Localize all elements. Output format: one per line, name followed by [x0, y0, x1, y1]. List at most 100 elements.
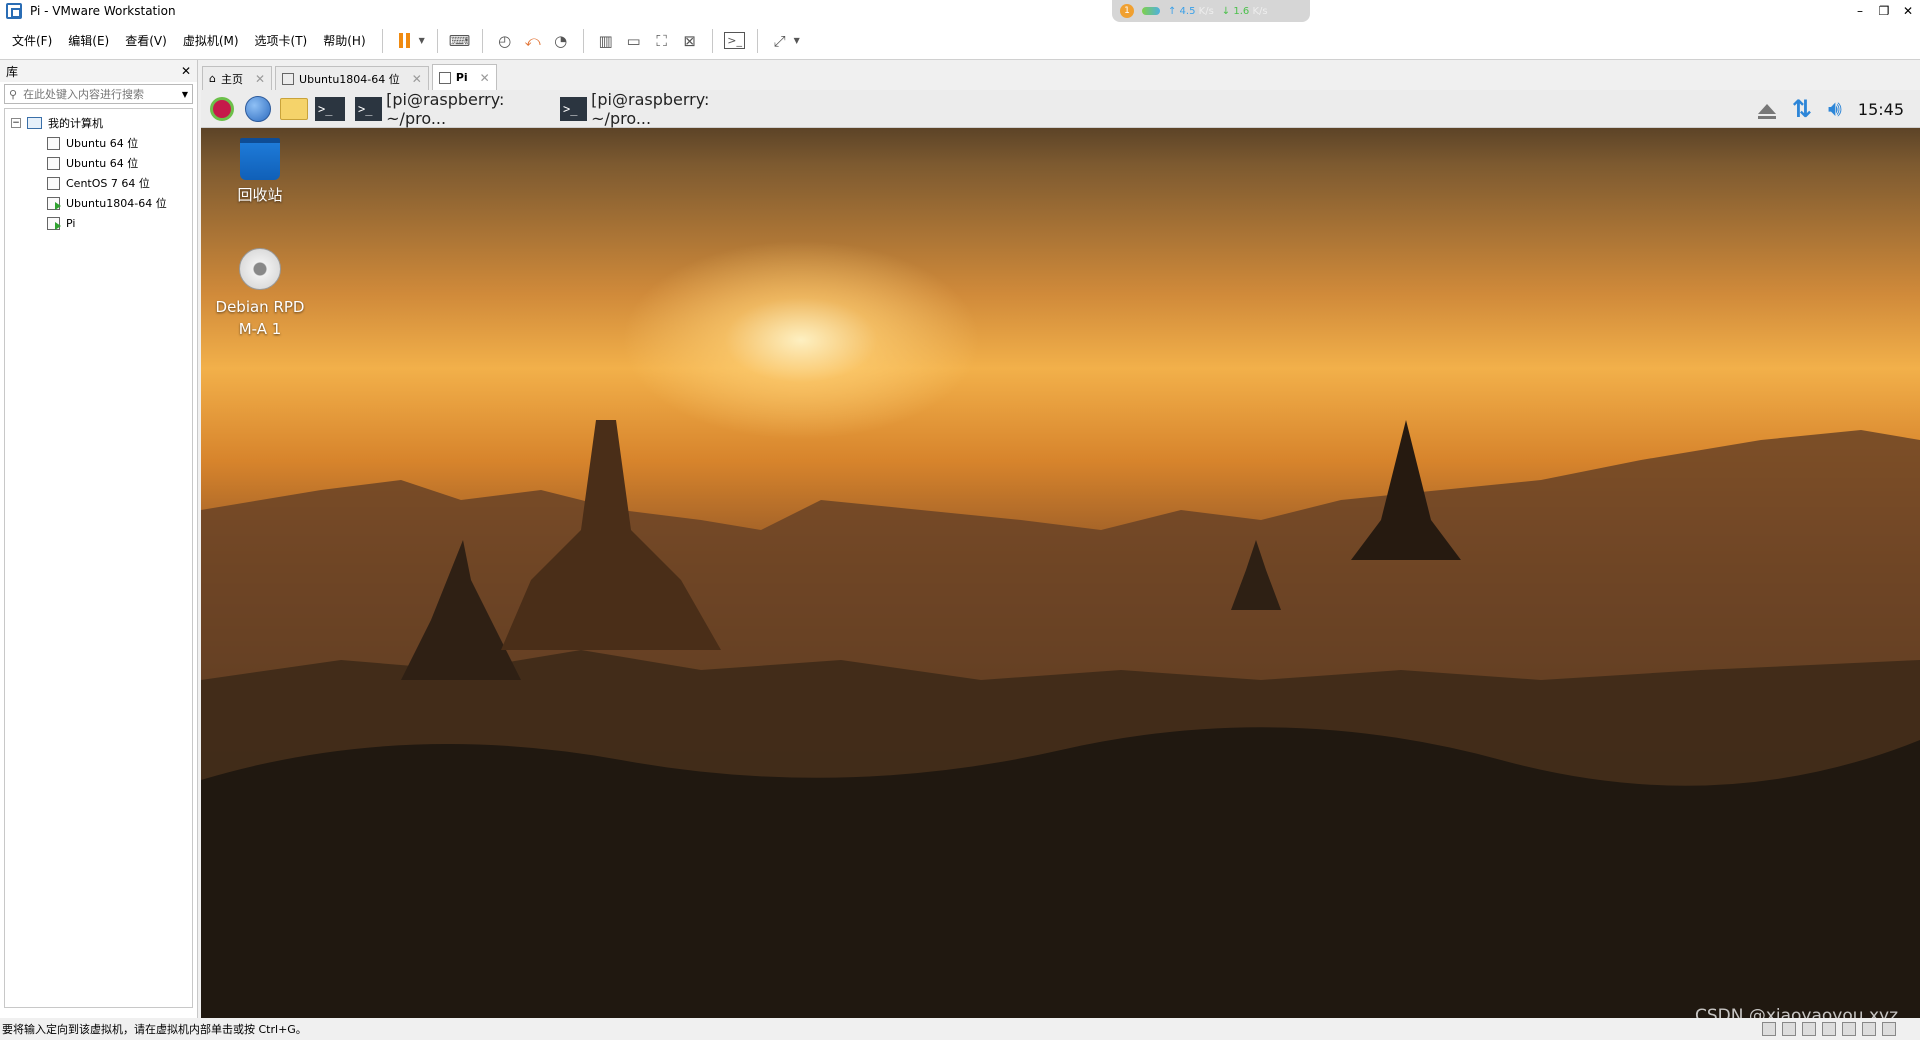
hdd-icon[interactable] [1762, 1022, 1776, 1036]
close-tab-icon[interactable]: ✕ [480, 71, 490, 85]
task-label: [pi@raspberry: ~/pro... [386, 90, 505, 128]
close-button[interactable]: ✕ [1896, 0, 1920, 22]
terminal-icon: >_ [560, 96, 588, 121]
window-title: Pi - VMware Workstation [30, 4, 176, 18]
tab-pi[interactable]: Pi ✕ [431, 64, 497, 90]
console-icon: >_ [724, 32, 745, 49]
search-icon: ⚲ [9, 87, 18, 101]
trash-icon [240, 138, 280, 180]
browser-launcher[interactable] [243, 94, 273, 124]
tree-item-label: Ubuntu1804-64 位 [66, 197, 167, 210]
snapshot-manager-icon: ◔ [554, 31, 568, 50]
thumbnail-layout-icon: ▭ [626, 31, 641, 50]
restore-button[interactable]: ❐ [1872, 0, 1896, 22]
close-tab-icon[interactable]: ✕ [412, 72, 422, 86]
computer-icon [27, 117, 42, 129]
network-icon[interactable]: ⇅ [1792, 95, 1812, 123]
system-tray: ⇅ 🔊︎ 15:45 [1757, 90, 1904, 128]
download-speed: ↓ 1.6 K/s [1221, 5, 1268, 17]
home-icon: ⌂ [209, 72, 216, 85]
tree-item-vm[interactable]: Ubuntu 64 位 [5, 153, 192, 173]
menu-toolbar: 文件(F) 编辑(E) 查看(V) 虚拟机(M) 选项卡(T) 帮助(H) ▼ … [0, 22, 1920, 60]
library-search-input[interactable] [17, 87, 182, 101]
collapse-icon[interactable]: − [11, 118, 21, 128]
clock[interactable]: 15:45 [1858, 100, 1904, 119]
toolbar-separator [711, 28, 713, 53]
pause-dropdown-icon[interactable]: ▼ [419, 36, 429, 45]
tree-item-vm[interactable]: Ubuntu1804-64 位 [5, 193, 192, 213]
show-thumbnail-button[interactable]: ▭ [620, 27, 648, 55]
tree-item-label: Ubuntu 64 位 [66, 157, 139, 170]
tab-ubuntu1804[interactable]: Ubuntu1804-64 位 ✕ [275, 66, 429, 90]
vm-icon [282, 72, 295, 85]
snapshot-button[interactable]: ◴ [491, 27, 519, 55]
send-ctrl-alt-del-button[interactable]: ⌨ [446, 27, 474, 55]
cdrom-icon[interactable] [1782, 1022, 1796, 1036]
sound-icon[interactable] [1842, 1022, 1856, 1036]
display-icon[interactable] [1862, 1022, 1876, 1036]
tree-item-label: Pi [66, 216, 76, 230]
unity-icon: ⊠ [683, 31, 696, 50]
menu-view[interactable]: 查看(V) [117, 32, 175, 49]
disc-icon [239, 248, 281, 290]
tab-label: Ubuntu1804-64 位 [299, 72, 400, 86]
status-bar: 要将输入定向到该虚拟机，请在虚拟机内部单击或按 Ctrl+G。 [0, 1018, 1920, 1040]
raspberry-icon [210, 96, 234, 121]
show-library-button[interactable]: ▥ [592, 27, 620, 55]
stretch-dropdown-icon[interactable]: ▼ [794, 36, 804, 45]
tree-item-vm[interactable]: Ubuntu 64 位 [5, 133, 192, 153]
library-header: 库 ✕ [0, 60, 197, 82]
menu-edit[interactable]: 编辑(E) [60, 32, 117, 49]
close-tab-icon[interactable]: ✕ [255, 72, 265, 86]
eject-button[interactable] [1757, 99, 1776, 119]
taskbar-window-terminal-1[interactable]: >_ [pi@raspberry: ~/pro... [355, 90, 550, 128]
search-dropdown-icon[interactable]: ▼ [182, 90, 188, 99]
library-close-icon[interactable]: ✕ [181, 64, 191, 78]
tree-item-my-computer[interactable]: − 我的计算机 [5, 113, 192, 133]
desktop-icon-label: Debian RPD M-A 1 [215, 298, 305, 338]
vm-icon [438, 71, 451, 84]
pause-button[interactable] [391, 27, 419, 55]
toolbar-separator [436, 28, 438, 53]
status-text: 要将输入定向到该虚拟机，请在虚拟机内部单击或按 Ctrl+G。 [2, 1023, 307, 1036]
library-panel: 库 ✕ ⚲ ▼ − 我的计算机 Ubuntu 64 位 Ubuntu 64 位 … [0, 60, 198, 1018]
tree-item-vm[interactable]: CentOS 7 64 位 [5, 173, 192, 193]
revert-icon: ⤺ [524, 31, 541, 50]
revert-snapshot-button[interactable]: ⤺ [519, 27, 547, 55]
menu-tabs[interactable]: 选项卡(T) [247, 32, 316, 49]
toolbar-separator [756, 28, 758, 53]
vm-display[interactable]: >_ >_ [pi@raspberry: ~/pro... >_ [pi@ras… [201, 90, 1920, 1018]
taskbar-window-terminal-2[interactable]: >_ [pi@raspberry: ~/pro... [560, 90, 755, 128]
snapshot-manager-button[interactable]: ◔ [547, 27, 575, 55]
library-search-box: ⚲ ▼ [4, 84, 193, 104]
stretch-button[interactable]: ⤢ [766, 27, 794, 55]
tree-item-vm-pi[interactable]: Pi [5, 213, 192, 233]
folder-icon [280, 97, 308, 120]
usb-icon[interactable] [1822, 1022, 1836, 1036]
volume-icon[interactable]: 🔊︎ [1828, 97, 1842, 122]
network-adapter-icon[interactable] [1802, 1022, 1816, 1036]
tab-bar: ⌂ 主页 ✕ Ubuntu1804-64 位 ✕ Pi ✕ [202, 64, 500, 90]
upload-speed: ↑ 4.5 K/s [1168, 5, 1214, 17]
unity-button[interactable]: ⊠ [676, 27, 704, 55]
desktop-icon-disc[interactable]: Debian RPD M-A 1 [205, 248, 315, 340]
menu-help[interactable]: 帮助(H) [315, 32, 373, 49]
minimize-button[interactable]: – [1848, 0, 1872, 22]
library-layout-icon: ▥ [598, 31, 613, 50]
raspberry-pi-taskbar: >_ >_ [pi@raspberry: ~/pro... >_ [pi@ras… [201, 90, 1920, 128]
vmware-app-icon [6, 3, 22, 19]
terminal-launcher[interactable]: >_ [315, 94, 345, 124]
library-title: 库 [6, 64, 19, 79]
raspberry-menu-button[interactable] [207, 94, 237, 124]
desktop-icon-trash[interactable]: 回收站 [205, 138, 315, 205]
console-button[interactable]: >_ [721, 27, 749, 55]
menu-file[interactable]: 文件(F) [4, 32, 60, 49]
tab-home[interactable]: ⌂ 主页 ✕ [202, 66, 273, 90]
terminal-icon: >_ [315, 96, 345, 121]
message-icon[interactable] [1882, 1022, 1896, 1036]
device-status-icons [1762, 1022, 1896, 1036]
file-manager-launcher[interactable] [279, 94, 309, 124]
menu-vm[interactable]: 虚拟机(M) [175, 32, 247, 49]
fullscreen-button[interactable]: ⛶ [648, 27, 676, 55]
tree-item-label: 我的计算机 [48, 117, 103, 130]
